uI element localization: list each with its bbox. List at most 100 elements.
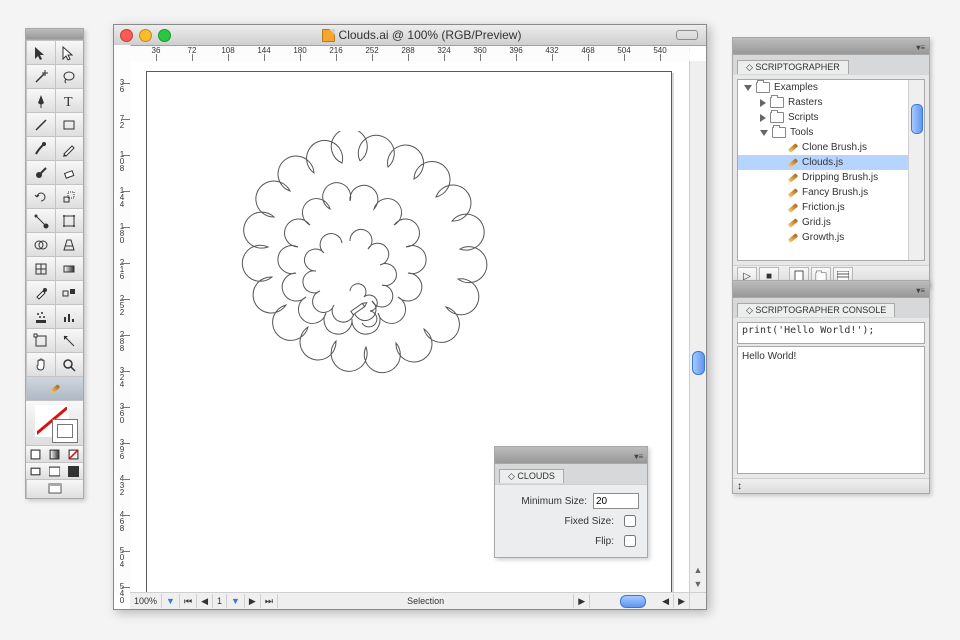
tool-scale[interactable]	[55, 184, 84, 208]
tool-pencil[interactable]	[55, 136, 84, 160]
tool-lasso[interactable]	[55, 64, 84, 88]
tool-slice[interactable]	[55, 328, 84, 352]
scriptographer-tab[interactable]: ◇ SCRIPTOGRAPHER	[737, 60, 849, 74]
tool-eyedropper[interactable]	[26, 280, 55, 304]
script-tree[interactable]: Examples Rasters ScriptsToolsClone Brush.j…	[737, 79, 925, 261]
color-mode-solid[interactable]	[26, 445, 45, 462]
toolbox-titlebar[interactable]	[26, 29, 83, 40]
tool-selection[interactable]	[26, 40, 55, 64]
tree-item-scripts[interactable]: Scripts	[738, 110, 924, 125]
tool-rotate[interactable]	[26, 184, 55, 208]
tool-width[interactable]	[26, 208, 55, 232]
console-input[interactable]: print('Hello World!');	[737, 322, 925, 344]
page-last[interactable]: ⏭	[261, 594, 278, 608]
tree-item-grid-js[interactable]: Grid.js	[738, 215, 924, 230]
clouds-panel-titlebar[interactable]: ▾≡	[495, 447, 647, 464]
change-screen-mode[interactable]	[26, 479, 83, 498]
scroll-left-icon[interactable]: ◀	[658, 594, 674, 608]
scroll-right-icon[interactable]: ▶	[674, 594, 690, 608]
close-icon[interactable]	[120, 29, 133, 42]
color-swatches[interactable]	[26, 400, 83, 445]
document-titlebar[interactable]: Clouds.ai @ 100% (RGB/Preview)	[114, 25, 706, 46]
tool-paintbrush[interactable]	[26, 136, 55, 160]
scroll-up-icon[interactable]: ▲	[690, 565, 706, 579]
tree-item-label: Rasters	[788, 97, 822, 108]
script-tool[interactable]	[26, 376, 83, 400]
tool-type[interactable]: T	[55, 88, 84, 112]
document-title-text: Clouds.ai @ 100% (RGB/Preview)	[339, 28, 522, 42]
proxy-icon[interactable]	[676, 30, 698, 40]
panel-menu-icon[interactable]: ▾≡	[634, 449, 643, 465]
clouds-tab[interactable]: ◇ CLOUDS	[499, 469, 564, 483]
page-first[interactable]: ⏮	[180, 594, 197, 608]
tree-item-dripping-brush-js[interactable]: Dripping Brush.js	[738, 170, 924, 185]
tree-scrollbar[interactable]	[908, 80, 924, 260]
minimize-icon[interactable]	[139, 29, 152, 42]
scroll-down-icon[interactable]: ▼	[690, 579, 706, 593]
tool-magic-wand[interactable]	[26, 64, 55, 88]
ruler-origin[interactable]	[114, 45, 131, 62]
tool-blend[interactable]	[55, 280, 84, 304]
screen-mode-normal[interactable]	[26, 462, 45, 479]
console-tab[interactable]: ◇ SCRIPTOGRAPHER CONSOLE	[737, 303, 895, 317]
stroke-swatch[interactable]	[52, 419, 78, 443]
scrollbar-horizontal-thumb[interactable]	[620, 595, 646, 608]
tool-hand[interactable]	[26, 352, 55, 376]
tool-symbol-sprayer[interactable]	[26, 304, 55, 328]
scrollbar-vertical[interactable]: ▲ ▼	[689, 61, 706, 593]
panel-menu-icon[interactable]: ▾≡	[916, 40, 925, 56]
zoom-readout[interactable]: 100%	[130, 594, 162, 608]
script-icon	[788, 173, 798, 182]
tool-line[interactable]	[26, 112, 55, 136]
fixed-size-checkbox[interactable]	[624, 515, 636, 527]
tree-item-rasters[interactable]: Rasters	[738, 95, 924, 110]
pencil-icon	[50, 384, 60, 393]
tree-item-examples[interactable]: Examples	[738, 80, 924, 95]
zoom-icon[interactable]	[158, 29, 171, 42]
tool-zoom[interactable]	[55, 352, 84, 376]
tool-graph[interactable]	[55, 304, 84, 328]
page-menu[interactable]: ▼	[227, 594, 245, 608]
disclosure-down-icon[interactable]	[744, 85, 752, 91]
tool-gradient[interactable]	[55, 256, 84, 280]
tool-mesh[interactable]	[26, 256, 55, 280]
min-size-input[interactable]	[593, 493, 639, 509]
tool-eraser[interactable]	[55, 160, 84, 184]
tool-perspective[interactable]	[55, 232, 84, 256]
tool-artboard[interactable]	[26, 328, 55, 352]
status-menu[interactable]: ▶	[574, 594, 590, 608]
panel-menu-icon[interactable]: ▾≡	[916, 283, 925, 299]
tree-item-tools[interactable]: Tools	[738, 125, 924, 140]
screen-mode-full[interactable]	[64, 462, 83, 479]
disclosure-right-icon[interactable]	[760, 114, 766, 122]
console-output: Hello World!	[737, 346, 925, 474]
tree-item-fancy-brush-js[interactable]: Fancy Brush.js	[738, 185, 924, 200]
tree-item-friction-js[interactable]: Friction.js	[738, 200, 924, 215]
page-prev[interactable]: ◀	[197, 594, 213, 608]
tree-scrollbar-thumb[interactable]	[911, 104, 923, 134]
tree-item-clone-brush-js[interactable]: Clone Brush.js	[738, 140, 924, 155]
tool-free-transform[interactable]	[55, 208, 84, 232]
scriptographer-titlebar[interactable]: ▾≡	[733, 38, 929, 55]
tree-item-clouds-js[interactable]: Clouds.js	[738, 155, 924, 170]
disclosure-right-icon[interactable]	[760, 99, 766, 107]
zoom-stepper-down[interactable]: ▼	[162, 594, 180, 608]
tool-shape-builder[interactable]	[26, 232, 55, 256]
tree-item-growth-js[interactable]: Growth.js	[738, 230, 924, 245]
console-titlebar[interactable]: ▾≡	[733, 281, 929, 298]
disclosure-down-icon[interactable]	[760, 130, 768, 136]
page-next[interactable]: ▶	[245, 594, 261, 608]
resize-handle[interactable]	[689, 592, 706, 609]
flip-checkbox[interactable]	[624, 535, 636, 547]
page-current[interactable]: 1	[213, 594, 227, 608]
tool-direct-selection[interactable]	[55, 40, 84, 64]
color-mode-gradient[interactable]	[45, 445, 64, 462]
screen-mode-full-menu[interactable]	[45, 462, 64, 479]
tool-rectangle[interactable]	[55, 112, 84, 136]
color-mode-none[interactable]	[64, 445, 83, 462]
tool-pen[interactable]	[26, 88, 55, 112]
ruler-vertical[interactable]: 3672108144180216252288324360396432468504…	[114, 61, 131, 593]
console-resize[interactable]: ↕	[733, 478, 929, 493]
tool-blob-brush[interactable]	[26, 160, 55, 184]
scrollbar-vertical-thumb[interactable]	[692, 351, 705, 375]
